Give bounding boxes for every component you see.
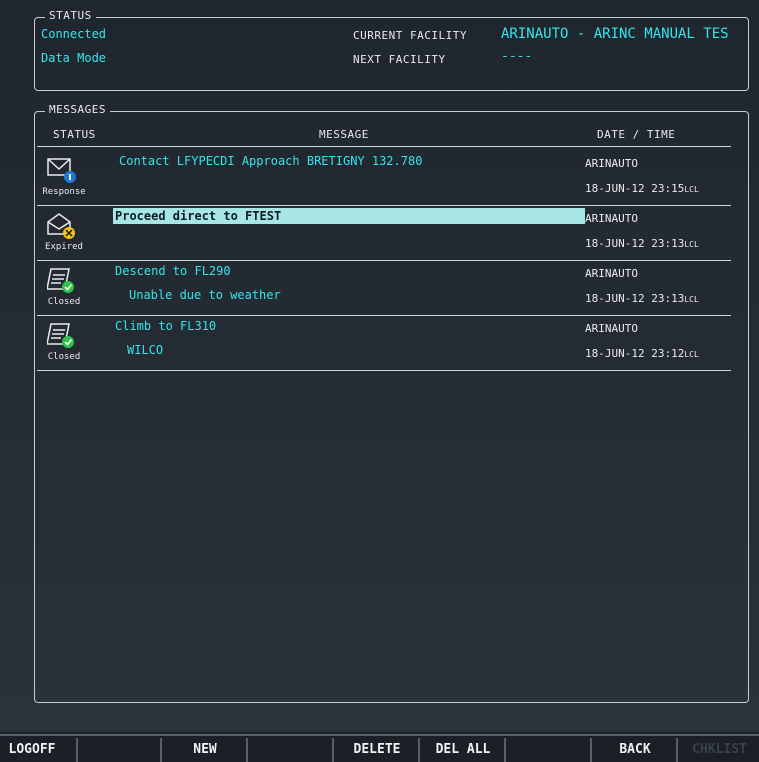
message-response: Unable due to weather	[129, 288, 281, 302]
softkey-back[interactable]: BACK	[590, 738, 678, 762]
message-state: Response	[42, 187, 86, 197]
message-from: ARINAUTO	[585, 157, 638, 170]
message-from: ARINAUTO	[585, 267, 638, 280]
current-facility-label: CURRENT FACILITY	[353, 29, 467, 42]
softkey-bar: LOGOFF NEW DELETE DEL ALL BACK CHKLIST	[0, 734, 759, 762]
message-text: Proceed direct to FTEST	[115, 209, 282, 223]
softkey-logoff[interactable]: LOGOFF	[0, 738, 76, 762]
message-datetime: 18-JUN-12 23:13LCL	[585, 237, 699, 250]
message-datetime: 18-JUN-12 23:12LCL	[585, 347, 699, 360]
messages-box: MESSAGES STATUS MESSAGE DATE / TIME Resp…	[34, 103, 749, 703]
softkey-blank-7[interactable]	[504, 738, 592, 762]
message-state: Expired	[45, 242, 83, 252]
message-state: Closed	[47, 297, 81, 307]
message-row[interactable]: Closed Climb to FL310 WILCO ARINAUTO 18-…	[37, 316, 731, 371]
message-state: Closed	[47, 352, 81, 362]
message-response: WILCO	[127, 343, 164, 357]
message-row[interactable]: Response Contact LFYPECDI Approach BRETI…	[37, 151, 731, 206]
envelope-info-icon	[47, 157, 76, 183]
connection-status: Connected	[41, 27, 107, 41]
message-text: Descend to FL290	[115, 264, 231, 278]
message-datetime: 18-JUN-12 23:15LCL	[585, 182, 699, 195]
next-facility-label: NEXT FACILITY	[353, 53, 446, 66]
header-divider	[37, 146, 731, 147]
closed-check-icon	[46, 267, 75, 293]
status-box-title: STATUS	[45, 9, 96, 22]
next-facility-value: ----	[501, 49, 533, 64]
column-header-message: MESSAGE	[319, 128, 369, 141]
message-from: ARINAUTO	[585, 322, 638, 335]
column-header-status: STATUS	[53, 128, 96, 141]
message-row[interactable]: Closed Descend to FL290 Unable due to we…	[37, 261, 731, 316]
softkey-blank-4[interactable]	[246, 738, 334, 762]
softkey-del-all[interactable]: DEL ALL	[418, 738, 506, 762]
closed-check-icon	[46, 322, 75, 348]
message-text: Climb to FL310	[115, 319, 217, 333]
message-from: ARINAUTO	[585, 212, 638, 225]
message-text: Contact LFYPECDI Approach BRETIGNY 132.7…	[119, 154, 423, 168]
status-box: STATUS Connected Data Mode CURRENT FACIL…	[34, 9, 749, 91]
cpdlc-screen: STATUS Connected Data Mode CURRENT FACIL…	[0, 0, 759, 732]
envelope-expired-icon	[47, 212, 75, 239]
data-mode-status: Data Mode	[41, 51, 107, 65]
softkey-delete[interactable]: DELETE	[332, 738, 420, 762]
message-datetime: 18-JUN-12 23:13LCL	[585, 292, 699, 305]
messages-box-title: MESSAGES	[45, 103, 110, 116]
softkey-blank-2[interactable]	[76, 738, 162, 762]
column-header-datetime: DATE / TIME	[597, 128, 676, 141]
current-facility-value: ARINAUTO - ARINC MANUAL TES	[501, 26, 729, 42]
softkey-new[interactable]: NEW	[160, 738, 248, 762]
message-row-selected[interactable]: Expired Proceed direct to FTEST ARINAUTO…	[37, 206, 731, 261]
softkey-checklist: CHKLIST	[676, 738, 759, 762]
